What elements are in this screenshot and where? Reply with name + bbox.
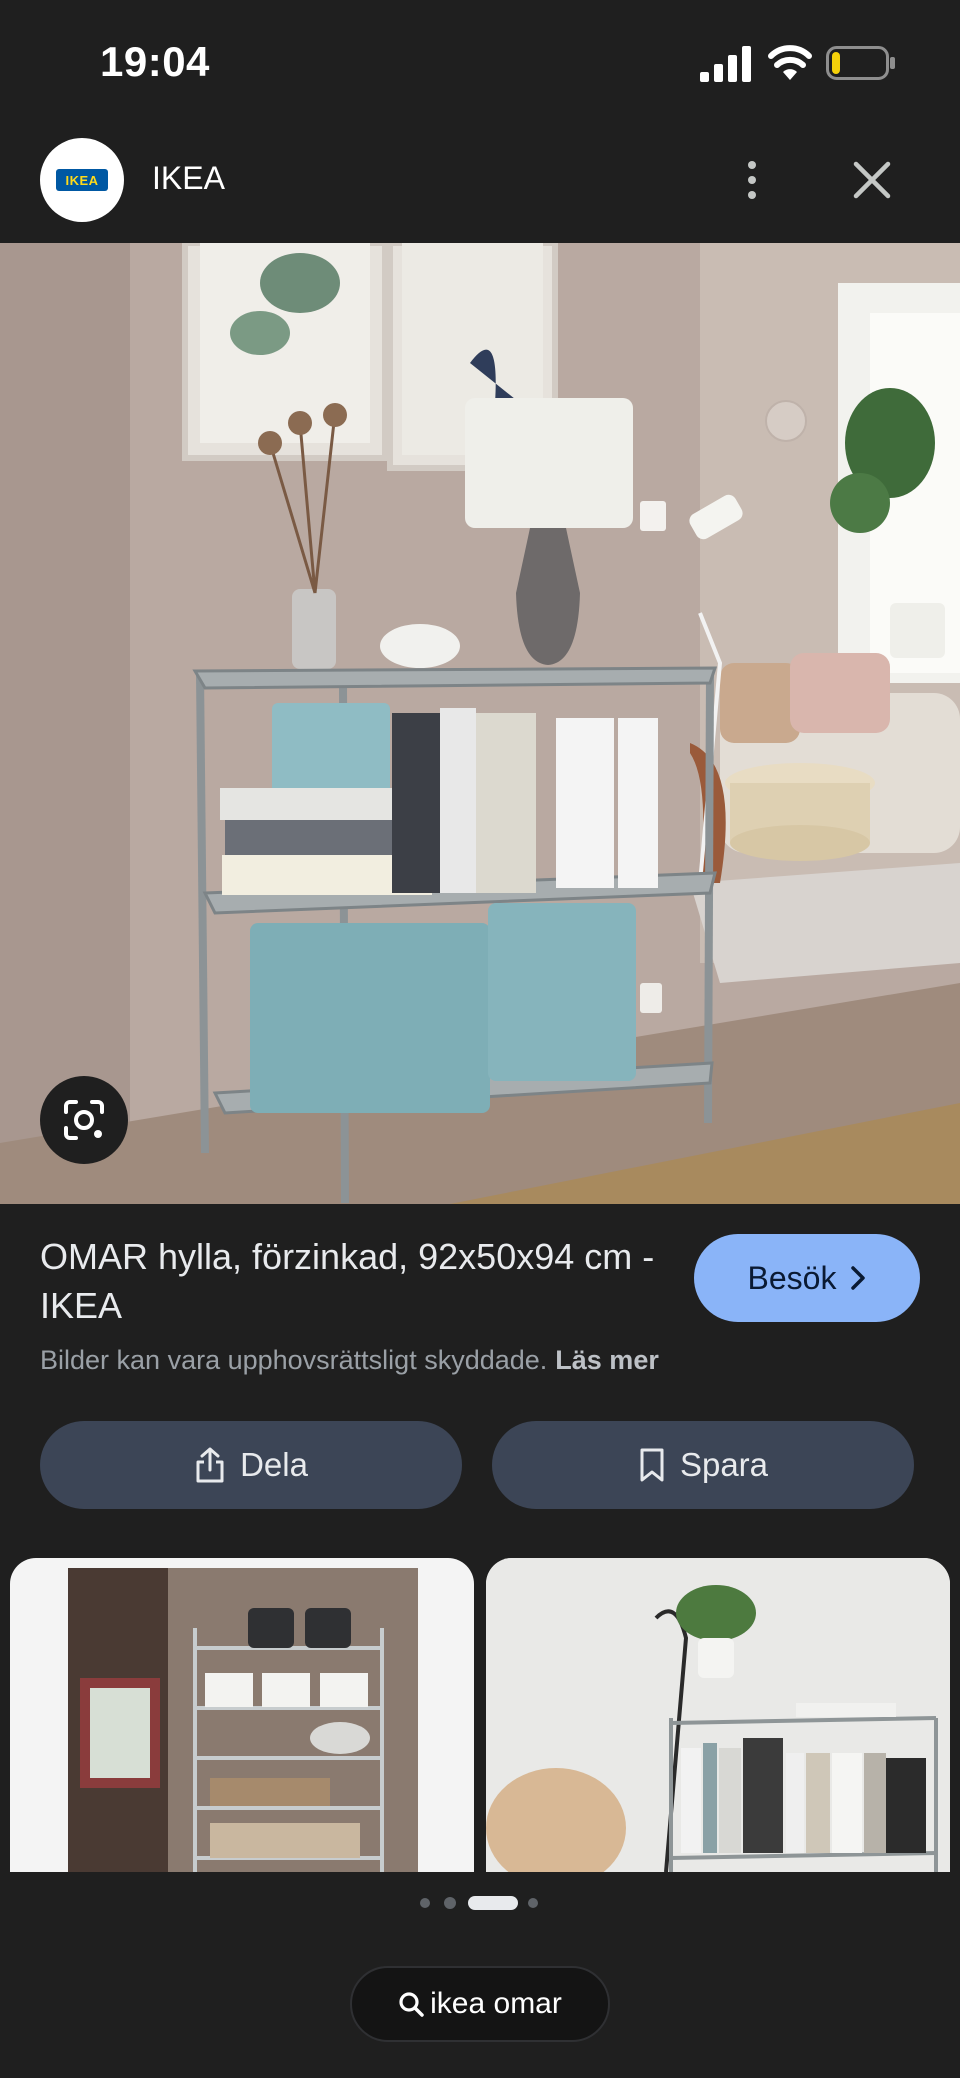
product-image[interactable] (0, 243, 960, 1204)
google-lens-icon (64, 1100, 104, 1140)
save-button[interactable]: Spara (492, 1421, 914, 1509)
site-logo[interactable]: IKEA (40, 138, 124, 222)
share-button[interactable]: Dela (40, 1421, 462, 1509)
pager-dot-active (468, 1896, 518, 1910)
share-icon (196, 1447, 224, 1483)
visit-button[interactable]: Besök (694, 1234, 920, 1322)
share-label: Dela (240, 1446, 308, 1483)
search-icon (399, 1992, 424, 2017)
visit-button-label: Besök (747, 1259, 837, 1296)
pager-dot (444, 1897, 456, 1909)
room-scene-illustration (0, 243, 960, 1204)
chevron-right-icon (851, 1266, 866, 1290)
pantry-shelf-thumbnail (68, 1568, 418, 1872)
result-header: IKEA IKEA (0, 130, 960, 242)
pager-dot (420, 1898, 430, 1908)
search-query: ikea omar (430, 1987, 562, 2020)
ikea-logo-icon: IKEA (56, 169, 108, 191)
more-vertical-icon[interactable] (732, 150, 772, 210)
related-image-pantry-shelf[interactable] (10, 1558, 474, 1872)
book-shelf-thumbnail (486, 1558, 950, 1872)
bookmark-icon (640, 1448, 664, 1482)
result-title[interactable]: OMAR hylla, förzinkad, 92x50x94 cm - IKE… (40, 1232, 680, 1330)
google-lens-button[interactable] (40, 1076, 128, 1164)
cellular-signal-icon (700, 46, 751, 82)
carousel-pager (420, 1893, 550, 1913)
related-image-book-shelf[interactable] (486, 1558, 950, 1872)
copyright-notice: Bilder kan vara upphovsrättsligt skyddad… (40, 1345, 659, 1376)
search-query-chip[interactable]: ikea omar (350, 1966, 610, 2042)
status-time: 19:04 (100, 38, 210, 85)
wifi-icon (768, 45, 812, 80)
save-label: Spara (679, 1446, 769, 1483)
copyright-text: Bilder kan vara upphovsrättsligt skyddad… (40, 1345, 548, 1375)
read-more-link[interactable]: Läs mer (555, 1345, 659, 1375)
site-name[interactable]: IKEA (152, 160, 225, 197)
battery-low-icon (826, 46, 895, 80)
logo-text: IKEA (65, 172, 99, 188)
status-bar: 19:04 (0, 0, 960, 120)
pager-dot (528, 1898, 538, 1908)
close-icon[interactable] (846, 154, 898, 206)
